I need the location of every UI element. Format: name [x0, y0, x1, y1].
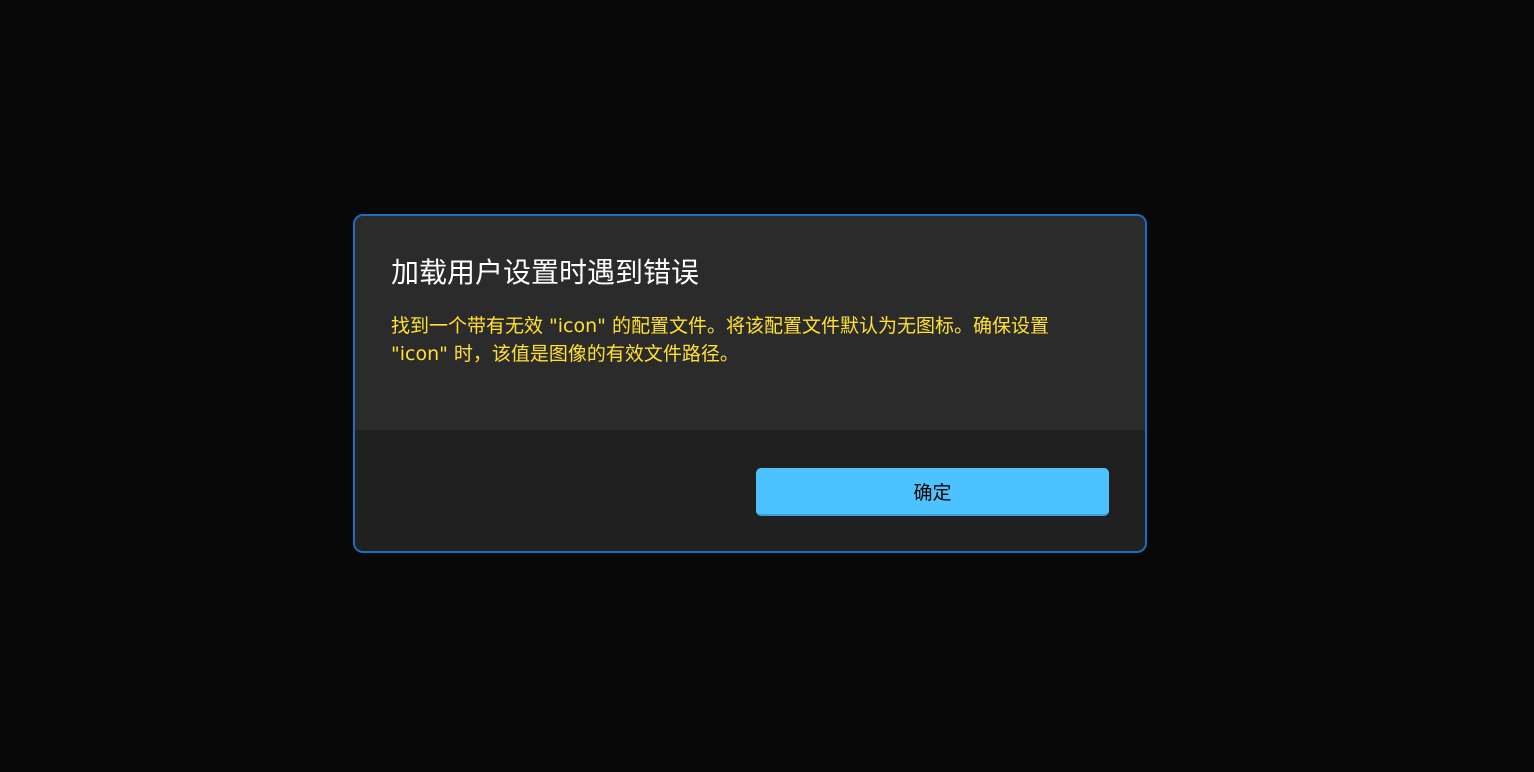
dialog-footer: 确定 — [355, 430, 1145, 551]
dialog-content: 加载用户设置时遇到错误 找到一个带有无效 "icon" 的配置文件。将该配置文件… — [355, 216, 1145, 430]
ok-button[interactable]: 确定 — [756, 468, 1109, 516]
error-dialog: 加载用户设置时遇到错误 找到一个带有无效 "icon" 的配置文件。将该配置文件… — [353, 214, 1147, 553]
dialog-message: 找到一个带有无效 "icon" 的配置文件。将该配置文件默认为无图标。确保设置 … — [391, 315, 1049, 365]
dialog-title: 加载用户设置时遇到错误 — [391, 256, 700, 289]
